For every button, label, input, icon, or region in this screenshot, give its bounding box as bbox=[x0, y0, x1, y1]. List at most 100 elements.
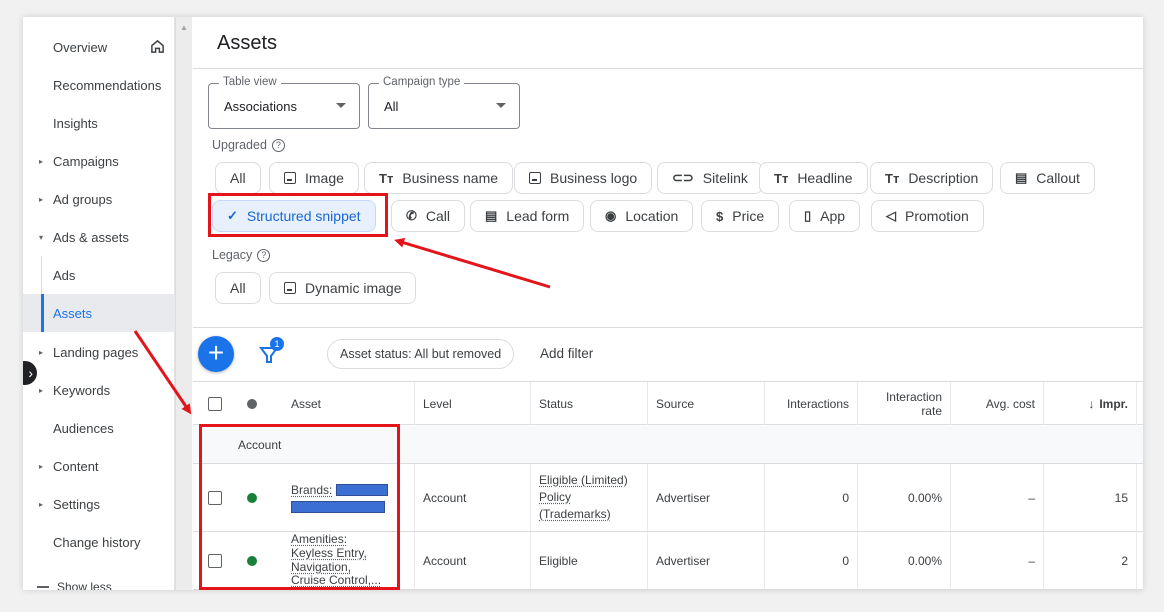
sidebar-item-campaigns[interactable]: ▸ Campaigns bbox=[23, 142, 175, 180]
sidebar-item-label: Keywords bbox=[53, 382, 111, 398]
column-header-impr[interactable]: ↓ Impr. bbox=[1044, 382, 1137, 425]
sidebar-item-label: Content bbox=[53, 458, 99, 474]
minus-icon bbox=[37, 586, 49, 588]
sidebar-item-overview[interactable]: Overview bbox=[23, 28, 175, 66]
sidebar-item-audiences[interactable]: Audiences bbox=[23, 409, 175, 447]
impr-cell: 15 bbox=[1044, 464, 1137, 531]
column-header-asset[interactable]: Asset bbox=[267, 382, 415, 425]
text-icon: Tт bbox=[885, 170, 900, 186]
sidebar-scrollbar[interactable]: ▲ bbox=[175, 17, 192, 590]
sidebar-item-ads-assets[interactable]: ▾ Ads & assets bbox=[23, 218, 175, 256]
page-title: Assets bbox=[217, 32, 278, 54]
app-window: Overview Recommendations Insights ▸ Camp… bbox=[23, 17, 1143, 590]
chip-legacy-all[interactable]: All bbox=[215, 272, 261, 304]
link-icon: ⊂⊃ bbox=[672, 170, 694, 185]
chip-dynamic-image[interactable]: Dynamic image bbox=[269, 272, 417, 304]
campaign-type-select[interactable]: Campaign type All bbox=[368, 76, 520, 129]
sidebar-item-ads[interactable]: Ads bbox=[23, 256, 175, 294]
column-header-avg-cost[interactable]: Avg. cost bbox=[951, 382, 1044, 425]
sidebar-item-keywords[interactable]: ▸ Keywords bbox=[23, 371, 175, 409]
caret-right-icon: ▸ bbox=[39, 194, 44, 204]
scroll-up-icon[interactable]: ▲ bbox=[180, 23, 188, 32]
dropdown-arrow-icon bbox=[496, 103, 506, 108]
add-filter-button[interactable]: Add filter bbox=[540, 346, 593, 361]
sidebar-item-label: Landing pages bbox=[53, 344, 139, 360]
status-cell: Eligible bbox=[531, 532, 648, 589]
chip-business-logo[interactable]: Business logo bbox=[514, 162, 653, 194]
add-asset-button[interactable]: + bbox=[198, 336, 234, 372]
sidebar-item-label: Change history bbox=[53, 534, 141, 550]
dropdown-arrow-icon bbox=[336, 103, 346, 108]
image-icon bbox=[529, 172, 541, 184]
chip-business-name[interactable]: Tт Business name bbox=[364, 162, 514, 194]
column-header-interaction-rate[interactable]: Interaction rate bbox=[858, 382, 951, 425]
chip-call[interactable]: ✆ Call bbox=[391, 200, 466, 232]
megaphone-icon: ◁ bbox=[886, 208, 896, 223]
chip-price[interactable]: $ Price bbox=[701, 200, 780, 232]
chip-location[interactable]: ◉ Location bbox=[590, 200, 694, 232]
caret-right-icon: ▸ bbox=[39, 385, 44, 395]
interaction-rate-cell: 0.00% bbox=[858, 464, 951, 531]
chip-sitelink[interactable]: ⊂⊃ Sitelink bbox=[657, 162, 763, 194]
campaign-type-value: All bbox=[384, 99, 399, 114]
divider bbox=[193, 327, 1143, 328]
help-icon[interactable]: ? bbox=[271, 138, 285, 152]
chip-promotion[interactable]: ◁ Promotion bbox=[871, 200, 984, 232]
impr-cell: 2 bbox=[1044, 532, 1137, 589]
document-icon: ▤ bbox=[1015, 170, 1028, 185]
avg-cost-cell: – bbox=[951, 464, 1044, 531]
status-cell[interactable]: Eligible (Limited) Policy (Trademarks) bbox=[531, 464, 648, 531]
phone-device-icon: ▯ bbox=[804, 208, 812, 223]
sidebar-item-label: Ad groups bbox=[53, 191, 113, 207]
level-cell: Account bbox=[415, 464, 531, 531]
asset-status-filter-chip[interactable]: Asset status: All but removed bbox=[327, 339, 515, 369]
text-icon: Tт bbox=[774, 170, 789, 186]
column-header-source[interactable]: Source bbox=[648, 382, 765, 425]
sidebar-item-assets[interactable]: Assets bbox=[23, 294, 175, 332]
chip-image[interactable]: Image bbox=[269, 162, 359, 194]
caret-right-icon: ▸ bbox=[39, 461, 44, 471]
sidebar-item-content[interactable]: ▸ Content bbox=[23, 447, 175, 485]
sidebar-item-recommendations[interactable]: Recommendations bbox=[23, 66, 175, 104]
sidebar-item-landing-pages[interactable]: ▸ Landing pages bbox=[23, 333, 175, 371]
source-cell: Advertiser bbox=[648, 464, 765, 531]
chevron-right-icon: › bbox=[28, 365, 33, 381]
interactions-cell: 0 bbox=[765, 532, 858, 589]
sidebar-item-label: Ads bbox=[53, 267, 76, 283]
status-dot-icon bbox=[247, 398, 257, 409]
sidebar-item-label: Ads & assets bbox=[53, 229, 129, 245]
caret-right-icon: ▸ bbox=[39, 499, 44, 509]
sidebar-item-label: Insights bbox=[53, 115, 98, 131]
campaign-type-label: Campaign type bbox=[379, 76, 465, 88]
highlight-box bbox=[199, 424, 400, 590]
page-header: Assets bbox=[193, 17, 1143, 69]
show-less-button[interactable]: Show less bbox=[37, 580, 112, 590]
column-header-status[interactable]: Status bbox=[531, 382, 648, 425]
select-all-cell bbox=[193, 382, 237, 425]
sidebar-item-settings[interactable]: ▸ Settings bbox=[23, 485, 175, 523]
column-header-interactions[interactable]: Interactions bbox=[765, 382, 858, 425]
price-icon: $ bbox=[716, 208, 724, 224]
chip-lead-form[interactable]: ▤ Lead form bbox=[470, 200, 585, 232]
chip-description[interactable]: Tт Description bbox=[870, 162, 994, 194]
column-header-level[interactable]: Level bbox=[415, 382, 531, 425]
avg-cost-cell: – bbox=[951, 532, 1044, 589]
caret-down-icon: ▾ bbox=[39, 232, 44, 242]
text-icon: Tт bbox=[379, 170, 394, 186]
chip-all[interactable]: All bbox=[215, 162, 261, 194]
sidebar-item-change-history[interactable]: Change history bbox=[23, 523, 175, 561]
chip-headline[interactable]: Tт Headline bbox=[759, 162, 868, 194]
sidebar-item-insights[interactable]: Insights bbox=[23, 104, 175, 142]
plus-icon: + bbox=[207, 337, 225, 368]
caret-right-icon: ▸ bbox=[39, 347, 44, 357]
highlight-box bbox=[208, 193, 388, 237]
chip-callout[interactable]: ▤ Callout bbox=[1000, 162, 1095, 194]
help-icon[interactable]: ? bbox=[257, 248, 271, 262]
table-view-label: Table view bbox=[219, 76, 281, 88]
chip-app[interactable]: ▯ App bbox=[789, 200, 861, 232]
sidebar-item-ad-groups[interactable]: ▸ Ad groups bbox=[23, 180, 175, 218]
interaction-rate-cell: 0.00% bbox=[858, 532, 951, 589]
select-all-checkbox[interactable] bbox=[208, 396, 222, 411]
table-view-select[interactable]: Table view Associations bbox=[208, 76, 360, 129]
home-icon bbox=[151, 39, 164, 53]
